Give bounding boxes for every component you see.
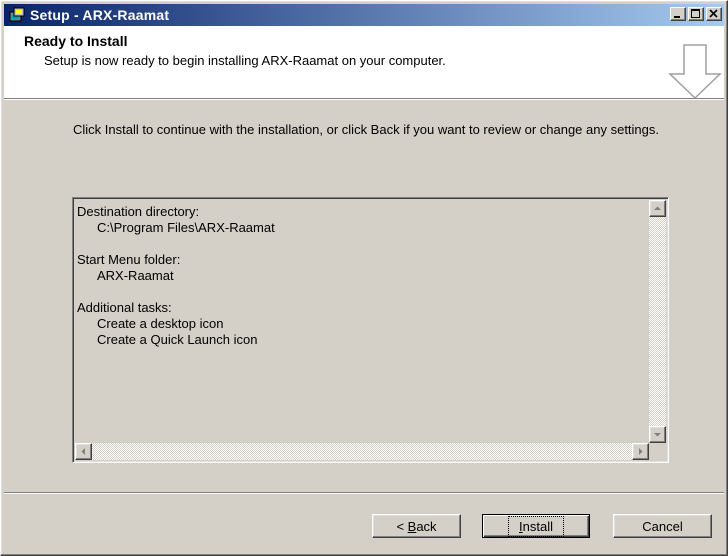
cancel-button[interactable]: Cancel [613,514,712,538]
install-button-label: Install [508,515,564,537]
footer-divider [4,492,724,494]
page-title: Ready to Install [24,33,128,49]
back-button[interactable]: < Back [372,514,461,538]
memo-blank-line [77,284,275,300]
wizard-header: Ready to Install Setup is now ready to b… [4,26,724,100]
install-button[interactable]: Install [482,514,590,538]
scroll-down-button[interactable] [649,426,666,443]
memo-text: Destination directory: C:\Program Files\A… [77,204,275,348]
minimize-icon [674,16,680,18]
scroll-down-arrow-icon [654,433,661,437]
scroll-left-button[interactable] [75,443,92,460]
memo-blank-line [77,236,275,252]
down-arrow-icon [668,44,722,100]
minimize-button[interactable] [670,7,686,21]
memo-line: Create a Quick Launch icon [97,332,258,347]
memo-line: Destination directory: [77,204,200,219]
memo-line: C:\Program Files\ARX-Raamat [97,220,275,235]
back-button-label: < Back [396,518,437,534]
scroll-left-arrow-icon [81,448,85,455]
scroll-right-arrow-icon [639,448,643,455]
header-divider [4,98,724,100]
ready-memo[interactable]: Destination directory: C:\Program Files\A… [72,197,669,463]
scroll-up-arrow-icon [654,206,661,210]
title-bar[interactable]: Setup - ARX-Raamat [4,4,724,26]
window-title: Setup - ARX-Raamat [30,7,170,23]
page-subtitle: Setup is now ready to begin installing A… [44,53,446,68]
memo-line: Create a desktop icon [97,316,224,331]
vertical-scrollbar[interactable] [649,200,666,443]
instruction-text: Click Install to continue with the insta… [73,122,660,137]
setup-app-icon[interactable] [8,6,26,24]
close-icon [709,9,718,18]
scroll-right-button[interactable] [632,443,649,460]
horizontal-scrollbar[interactable] [75,443,649,460]
maximize-icon [691,9,700,18]
scrollbar-corner [649,443,666,460]
setup-window: Setup - ARX-Raamat Ready to Install Setu… [0,0,728,556]
close-button[interactable] [706,7,722,21]
scroll-up-button[interactable] [649,200,666,217]
memo-line: Start Menu folder: [77,252,181,267]
memo-line: Additional tasks: [77,300,172,315]
memo-line: ARX-Raamat [97,268,174,283]
maximize-button[interactable] [688,7,704,21]
